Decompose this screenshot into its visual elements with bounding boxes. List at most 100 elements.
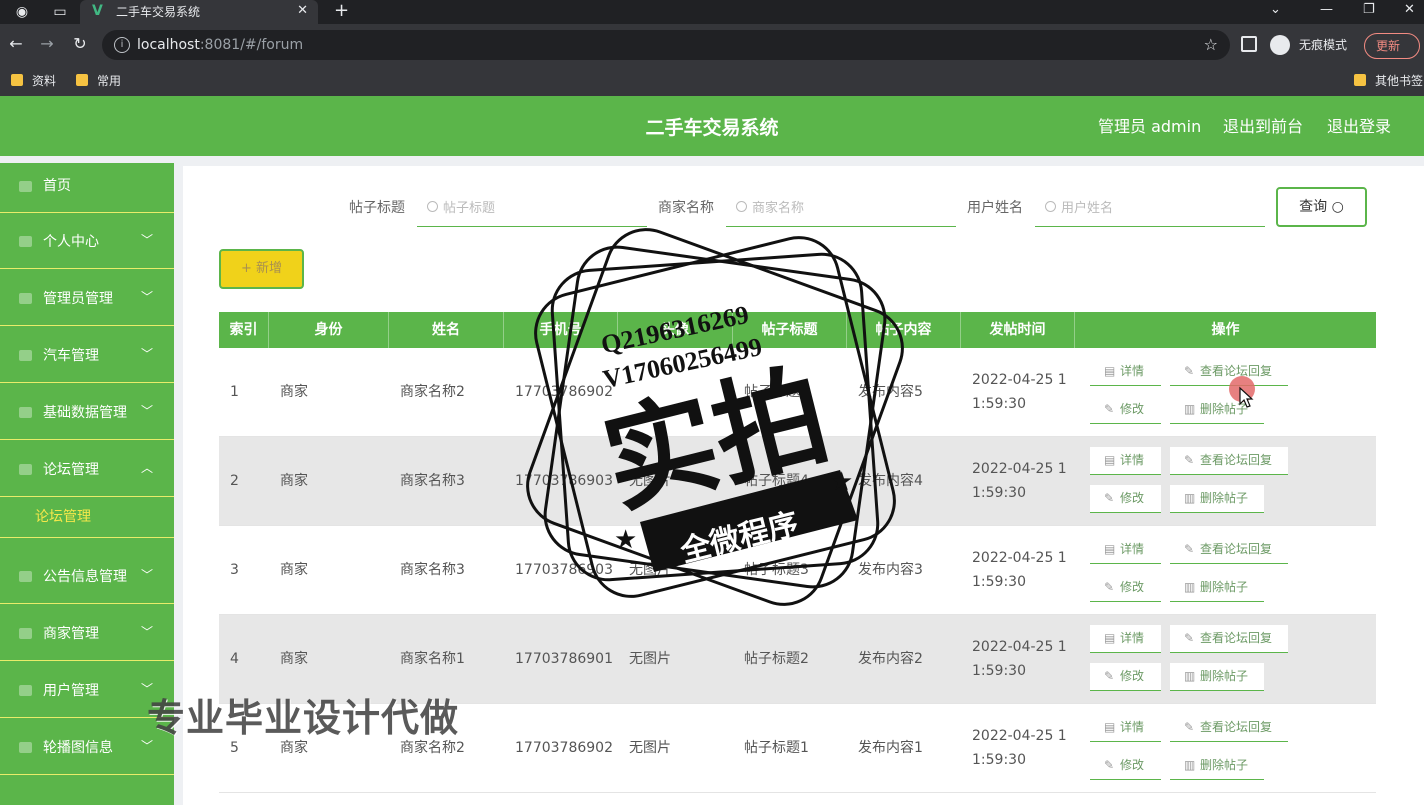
cell-time: 2022-04-25 1 [972,461,1067,477]
admin-icon [19,293,32,304]
column-header: 帖子标题 [733,312,847,348]
pencil-icon: ✎ [1184,364,1195,378]
cell-name: 商家名称3 [400,473,465,489]
search-title-field[interactable] [417,191,647,227]
delete-button[interactable]: ▥ 删除帖子 [1170,663,1264,691]
app-header: 二手车交易系统 管理员 admin 退出到前台 退出登录 [0,96,1424,156]
sidebar-item-forum-management[interactable]: 论坛管理 ︿ [0,441,174,497]
pencil-icon: ✎ [1104,580,1115,594]
sidebar-item-car-management[interactable]: 汽车管理 ﹀ [0,327,174,383]
new-tab-icon[interactable]: + [334,2,349,20]
edit-button[interactable]: ✎ 修改 [1090,485,1161,513]
cell-content: 发布内容3 [858,562,923,578]
delete-button[interactable]: ▥ 删除帖子 [1170,752,1264,780]
sidebar-subitem-forum[interactable]: 论坛管理 [0,498,174,538]
side-panel-icon[interactable] [1241,36,1257,52]
search-title-input[interactable] [443,198,633,218]
sidebar-item-base-data[interactable]: 基础数据管理 ﹀ [0,384,174,440]
chevron-down-icon: ﹀ [141,347,154,361]
table-row: 3 商家 商家名称3 17703786903 无图片 帖子标题3 发布内容3 2022-04-… [219,526,1376,615]
detail-button[interactable]: ▤ 详情 [1090,447,1161,475]
cell-phone: 17703786901 [515,651,613,667]
view-reply-button[interactable]: ✎ 查看论坛回复 [1170,358,1288,386]
view-reply-button-label: 查看论坛回复 [1200,364,1273,378]
chevron-down-icon: ﹀ [141,404,154,418]
minimize-icon[interactable]: — [1320,2,1333,18]
sidebar-item-merchant-management[interactable]: 商家管理 ﹀ [0,605,174,661]
maximize-icon[interactable]: ❐ [1363,2,1375,18]
delete-button-label: 删除帖子 [1200,758,1249,772]
exit-to-front-link[interactable]: 退出到前台 [1223,116,1303,138]
delete-button[interactable]: ▥ 删除帖子 [1170,485,1264,513]
edit-button[interactable]: ✎ 修改 [1090,752,1161,780]
delete-button[interactable]: ▥ 删除帖子 [1170,574,1264,602]
notice-icon [19,571,32,582]
view-reply-button[interactable]: ✎ 查看论坛回复 [1170,625,1288,653]
query-button[interactable]: 查询 ○ [1276,187,1367,227]
view-reply-button[interactable]: ✎ 查看论坛回复 [1170,536,1288,564]
pencil-icon: ✎ [1184,453,1195,467]
detail-button[interactable]: ▤ 详情 [1090,625,1161,653]
chevron-down-icon: ﹀ [141,290,154,304]
search-title-label: 帖子标题 [349,200,405,216]
image-icon [19,742,32,753]
sidebar-item-admin-management[interactable]: 管理员管理 ﹀ [0,270,174,326]
chevron-up-icon: ︿ [141,461,154,475]
sidebar-item-personal-center[interactable]: 个人中心 ﹀ [0,213,174,269]
cell-time: 2022-04-25 1 [972,728,1067,744]
other-bookmarks[interactable]: 其他书签 [1354,73,1423,89]
tab-search-icon[interactable]: ▭ [52,4,68,20]
app-title: 二手车交易系统 [645,117,779,139]
window-close-icon[interactable]: ✕ [1404,2,1415,18]
sidebar-item-home[interactable]: 首页 [0,163,174,213]
trash-icon: ▥ [1184,669,1196,683]
detail-button-label: 详情 [1120,631,1145,645]
detail-button[interactable]: ▤ 详情 [1090,536,1161,564]
delete-button[interactable]: ▥ 删除帖子 [1170,396,1264,424]
chevron-down-icon: ﹀ [141,625,154,639]
trash-icon: ▥ [1184,491,1196,505]
globe-icon[interactable]: ◉ [14,4,30,20]
sidebar-item-notice-management[interactable]: 公告信息管理 ﹀ [0,548,174,604]
site-info-icon[interactable]: i [114,37,130,53]
admin-label: 管理员 admin [1098,117,1202,136]
edit-button[interactable]: ✎ 修改 [1090,396,1161,424]
cell-time: 2022-04-25 1 [972,372,1067,388]
logout-link[interactable]: 退出登录 [1327,116,1391,138]
incognito-icon [1270,35,1290,55]
bookmark-folder[interactable]: 资料 [11,73,56,89]
search-merchant-field[interactable] [726,191,956,227]
reload-icon[interactable]: ↻ [71,35,89,53]
detail-button[interactable]: ▤ 详情 [1090,714,1161,742]
cell-phone: 17703786902 [515,384,613,400]
tab-list-chevron-icon[interactable]: ⌄ [1270,2,1281,18]
update-button[interactable]: 更新 [1364,33,1420,59]
view-reply-button[interactable]: ✎ 查看论坛回复 [1170,447,1288,475]
browser-tab[interactable]: V 二手车交易系统 ✕ [80,0,318,24]
bookmark-star-icon[interactable]: ☆ [1204,36,1218,54]
cell-time: 1:59:30 [972,574,1026,590]
document-icon: ▤ [1104,364,1116,378]
search-user-field[interactable] [1035,191,1265,227]
tab-close-icon[interactable]: ✕ [297,3,308,19]
view-reply-button-label: 查看论坛回复 [1200,720,1273,734]
pencil-icon: ✎ [1184,542,1195,556]
bookmark-folder[interactable]: 常用 [76,73,121,89]
add-button[interactable]: + 新增 [219,249,304,289]
cell-content: 发布内容1 [858,740,923,756]
edit-button[interactable]: ✎ 修改 [1090,663,1161,691]
forward-icon[interactable]: → [38,35,56,53]
back-icon[interactable]: ← [7,35,25,53]
tab-title: 二手车交易系统 [116,5,201,19]
chevron-down-icon: ﹀ [141,233,154,247]
address-bar[interactable]: i localhost:8081/#/forum ☆ [102,30,1230,60]
view-reply-button[interactable]: ✎ 查看论坛回复 [1170,714,1288,742]
table-header: 索引 身份 姓名 手机号 头像 帖子标题 帖子内容 发帖时间 操作 [219,312,1376,348]
search-user-input[interactable] [1061,198,1251,218]
edit-button[interactable]: ✎ 修改 [1090,574,1161,602]
detail-button[interactable]: ▤ 详情 [1090,358,1161,386]
cell-role: 商家 [280,473,308,489]
search-merchant-input[interactable] [752,198,942,218]
detail-button-label: 详情 [1120,453,1145,467]
view-reply-button-label: 查看论坛回复 [1200,631,1273,645]
